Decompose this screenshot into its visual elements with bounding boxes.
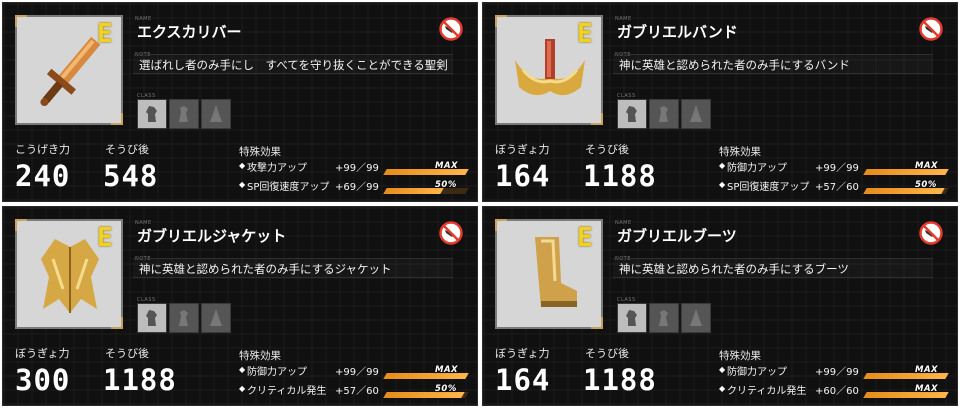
equipment-card[interactable]: E NAME ガブリエルブーツ NOTE 神に英雄と認められた者のみ手にするブー… [482, 206, 958, 406]
effect-value: +99／99 [815, 163, 859, 174]
bullet-icon: ◆ [239, 180, 246, 189]
item-name: エクスカリバー [137, 23, 242, 41]
no-trade-icon[interactable] [919, 17, 943, 41]
effect-badge: 50% [915, 180, 937, 190]
bullet-icon: ◆ [239, 365, 246, 374]
effect-row: ◆ SP回復速度アップ +69／99 50% [239, 176, 469, 196]
effect-row: ◆ SP回復速度アップ +57／60 50% [719, 176, 949, 196]
equipment-card[interactable]: E NAME ガブリエルジャケット NOTE 神に英雄と認められた者のみ手にする… [2, 206, 478, 406]
item-name: ガブリエルバンド [617, 23, 738, 41]
effect-label: 防御力アップ [727, 367, 787, 378]
stat-label: ぼうぎょ力 [495, 347, 550, 360]
class-slot-knight-icon [137, 99, 167, 129]
effect-badge: MAX [915, 384, 939, 394]
effect-badge: MAX [435, 365, 459, 375]
no-trade-icon[interactable] [439, 17, 463, 41]
effect-label: SP回復速度アップ [247, 182, 330, 193]
stat-value: 164 [495, 363, 551, 397]
effect-badge: 50% [435, 384, 457, 394]
item-name: ガブリエルジャケット [137, 227, 287, 245]
effect-badge: MAX [435, 161, 459, 171]
class-slots [617, 99, 711, 129]
effect-value: +57／60 [815, 182, 859, 193]
effect-label: 防御力アップ [247, 367, 307, 378]
effect-value: +60／60 [815, 386, 859, 397]
bullet-icon: ◆ [719, 161, 726, 170]
class-slot-knight-icon [137, 303, 167, 333]
effect-row: ◆ クリティカル発生 +60／60 MAX [719, 380, 949, 400]
effect-value: +69／99 [335, 182, 379, 193]
class-slot-mage-icon [201, 303, 231, 333]
stat-label: こうげき力 [15, 143, 70, 156]
equipment-card[interactable]: E NAME ガブリエルバンド NOTE 神に英雄と認められた者のみ手にするバン… [482, 2, 958, 202]
effect-badge: MAX [915, 365, 939, 375]
class-slot-knight-icon [617, 303, 647, 333]
rank-badge: E [577, 19, 593, 49]
bullet-icon: ◆ [239, 161, 246, 170]
effect-badge: 50% [435, 180, 457, 190]
effect-label: SP回復速度アップ [727, 182, 810, 193]
item-note: 神に英雄と認められた者のみ手にするブーツ [613, 258, 933, 278]
item-note: 神に英雄と認められた者のみ手にするバンド [613, 54, 933, 74]
class-slot-rogue-icon [649, 99, 679, 129]
effect-label: 防御力アップ [727, 163, 787, 174]
rank-badge: E [97, 223, 113, 253]
class-slot-knight-icon [617, 99, 647, 129]
after-equip-label: そうび後 [105, 347, 149, 360]
stat-value: 300 [15, 363, 71, 397]
bullet-icon: ◆ [239, 384, 246, 393]
effect-value: +99／99 [335, 367, 379, 378]
stat-label: ぼうぎょ力 [495, 143, 550, 156]
bullet-icon: ◆ [719, 365, 726, 374]
effect-value: +99／99 [815, 367, 859, 378]
equipment-card[interactable]: E NAME エクスカリバー NOTE 選ばれし者のみ手にし すべてを守り抜くこ… [2, 2, 478, 202]
effect-row: ◆ 防御力アップ +99／99 MAX [719, 157, 949, 177]
class-slots [137, 99, 231, 129]
effect-badge: MAX [915, 161, 939, 171]
effect-value: +57／60 [335, 386, 379, 397]
effect-row: ◆ 防御力アップ +99／99 MAX [719, 361, 949, 381]
class-slot-mage-icon [681, 303, 711, 333]
after-equip-label: そうび後 [105, 143, 149, 156]
effect-label: 攻撃力アップ [247, 163, 307, 174]
class-slot-rogue-icon [649, 303, 679, 333]
rank-badge: E [97, 19, 113, 49]
stat-value: 240 [15, 159, 71, 193]
class-slot-rogue-icon [169, 303, 199, 333]
item-note: 選ばれし者のみ手にし すべてを守り抜くことができる聖剣 [133, 54, 453, 74]
bullet-icon: ◆ [719, 384, 726, 393]
class-slot-mage-icon [681, 99, 711, 129]
class-slots [137, 303, 231, 333]
effect-row: ◆ 防御力アップ +99／99 MAX [239, 361, 469, 381]
no-trade-icon[interactable] [919, 221, 943, 245]
after-equip-value: 548 [103, 159, 159, 193]
stat-value: 164 [495, 159, 551, 193]
item-name: ガブリエルブーツ [617, 227, 737, 245]
effect-label: クリティカル発生 [247, 386, 327, 397]
effect-row: ◆ 攻撃力アップ +99／99 MAX [239, 157, 469, 177]
class-slots [617, 303, 711, 333]
equipment-grid: E NAME エクスカリバー NOTE 選ばれし者のみ手にし すべてを守り抜くこ… [0, 0, 960, 408]
no-trade-icon[interactable] [439, 221, 463, 245]
after-equip-label: そうび後 [585, 143, 629, 156]
effect-row: ◆ クリティカル発生 +57／60 50% [239, 380, 469, 400]
stat-label: ぼうぎょ力 [15, 347, 70, 360]
rank-badge: E [577, 223, 593, 253]
bullet-icon: ◆ [719, 180, 726, 189]
after-equip-value: 1188 [583, 363, 657, 397]
effect-label: クリティカル発生 [727, 386, 807, 397]
after-equip-label: そうび後 [585, 347, 629, 360]
class-slot-mage-icon [201, 99, 231, 129]
after-equip-value: 1188 [103, 363, 177, 397]
after-equip-value: 1188 [583, 159, 657, 193]
item-note: 神に英雄と認められた者のみ手にするジャケット [133, 258, 453, 278]
class-slot-rogue-icon [169, 99, 199, 129]
effect-value: +99／99 [335, 163, 379, 174]
